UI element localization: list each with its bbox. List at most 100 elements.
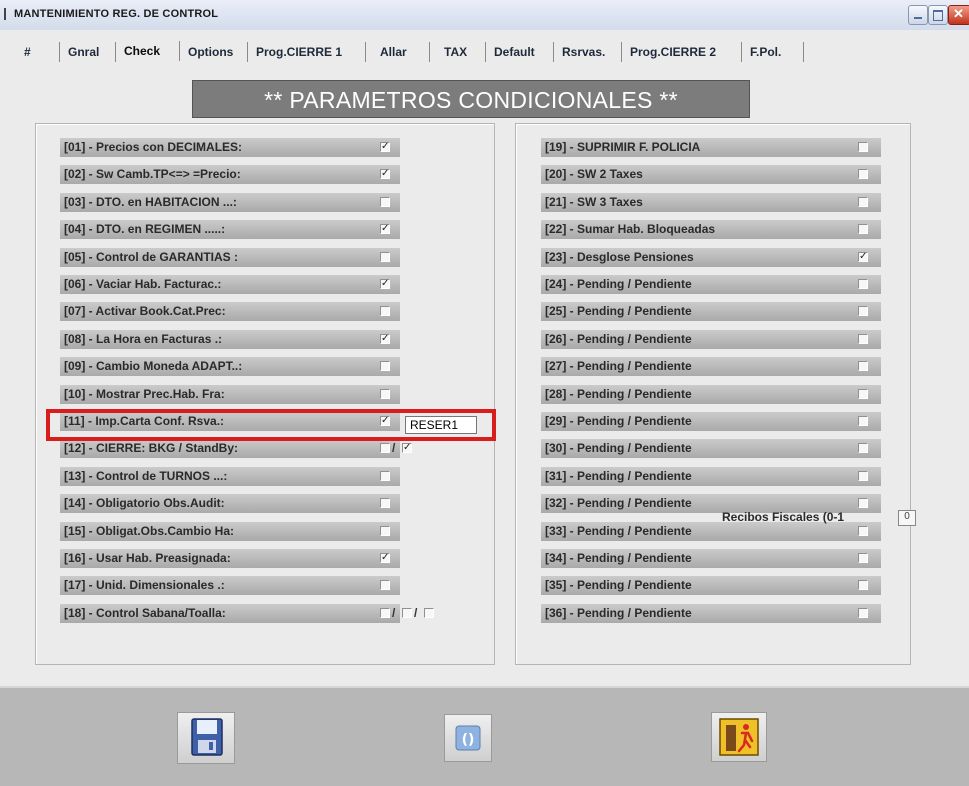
right-param-checkbox[interactable]	[858, 416, 868, 426]
tab-options[interactable]: Options	[182, 42, 248, 62]
right-param-checkbox[interactable]	[858, 608, 868, 618]
right-param-label: [35] - Pending / Pendiente	[545, 578, 692, 592]
left-param-label: [02] - Sw Camb.TP<=> =Precio:	[64, 167, 241, 181]
right-param-label: [27] - Pending / Pendiente	[545, 359, 692, 373]
title-bar: MANTENIMIENTO REG. DE CONTROL	[0, 0, 969, 31]
left-param-row: [01] - Precios con DECIMALES:	[60, 138, 400, 157]
left-param-checkbox[interactable]: ✓	[380, 334, 390, 344]
close-button[interactable]	[948, 5, 969, 25]
left-param-label: [04] - DTO. en REGIMEN .....:	[64, 222, 226, 236]
left-param-checkbox[interactable]: ✓	[380, 553, 390, 563]
right-param-row: [25] - Pending / Pendiente	[541, 302, 881, 321]
right-param-checkbox[interactable]	[858, 279, 868, 289]
right-param-checkbox[interactable]	[858, 306, 868, 316]
tab-prog-cierre-1[interactable]: Prog.CIERRE 1	[250, 42, 366, 62]
tab-default[interactable]: Default	[488, 42, 554, 62]
right-param-label: [26] - Pending / Pendiente	[545, 332, 692, 346]
left-param-checkbox[interactable]	[380, 471, 390, 481]
left-param-label: [15] - Obligat.Obs.Cambio Ha:	[64, 524, 235, 538]
right-param-label: [28] - Pending / Pendiente	[545, 387, 692, 401]
right-param-row: [21] - SW 3 Taxes	[541, 193, 881, 212]
left-param-checkbox[interactable]	[380, 526, 390, 536]
left-param-checkbox[interactable]	[380, 361, 390, 371]
left-param-checkbox[interactable]	[402, 608, 412, 618]
right-param-checkbox[interactable]	[858, 471, 868, 481]
left-param-checkbox[interactable]	[380, 197, 390, 207]
right-param-row: [24] - Pending / Pendiente	[541, 275, 881, 294]
tab-hash[interactable]: #	[18, 42, 60, 62]
left-param-checkbox[interactable]	[380, 252, 390, 262]
maximize-button[interactable]	[928, 5, 948, 25]
tab-rsrvas[interactable]: Rsrvas.	[556, 42, 622, 62]
left-param-label: [07] - Activar Book.Cat.Prec:	[64, 304, 226, 318]
floppy-disk-icon	[191, 718, 223, 756]
left-param-checkbox[interactable]: ✓	[402, 443, 412, 453]
left-param-checkbox[interactable]: ✓	[380, 224, 390, 234]
right-param-checkbox[interactable]	[858, 443, 868, 453]
right-param-checkbox[interactable]	[858, 553, 868, 563]
right-param-checkbox[interactable]	[858, 526, 868, 536]
save-button[interactable]	[177, 712, 235, 764]
left-param-row: [15] - Obligat.Obs.Cambio Ha:	[60, 522, 400, 541]
right-param-label: [20] - SW 2 Taxes	[545, 167, 643, 181]
right-param-checkbox[interactable]	[858, 197, 868, 207]
right-param-label: [31] - Pending / Pendiente	[545, 469, 692, 483]
left-param-label: [09] - Cambio Moneda ADAPT..:	[64, 359, 243, 373]
highlight-annotation-box	[46, 409, 496, 441]
left-param-row: [05] - Control de GARANTIAS :	[60, 248, 400, 267]
tab-check[interactable]: Check	[118, 41, 180, 61]
left-param-label: [06] - Vaciar Hab. Facturac.:	[64, 277, 222, 291]
right-param-checkbox[interactable]	[858, 334, 868, 344]
right-param-row: [34] - Pending / Pendiente	[541, 549, 881, 568]
tab-gnral[interactable]: Gnral	[62, 42, 116, 62]
right-param-checkbox[interactable]	[858, 389, 868, 399]
left-param-row: [13] - Control de TURNOS ...:	[60, 467, 400, 486]
refresh-icon: ()	[455, 725, 481, 751]
left-param-checkbox[interactable]	[380, 608, 390, 618]
left-param-row: [16] - Usar Hab. Preasignada:	[60, 549, 400, 568]
left-param-row: [03] - DTO. en HABITACION ...:	[60, 193, 400, 212]
left-param-label: [03] - DTO. en HABITACION ...:	[64, 195, 237, 209]
left-param-checkbox[interactable]	[424, 608, 434, 618]
left-param-label: [13] - Control de TURNOS ...:	[64, 469, 228, 483]
left-param-checkbox[interactable]	[380, 443, 390, 453]
minimize-button[interactable]	[908, 5, 928, 25]
right-param-checkbox[interactable]	[858, 361, 868, 371]
left-param-checkbox[interactable]	[380, 498, 390, 508]
svg-text:(): ()	[462, 732, 475, 748]
recibos-fiscales-field[interactable]: 0	[898, 510, 916, 526]
right-param-checkbox[interactable]	[858, 224, 868, 234]
right-param-checkbox[interactable]	[858, 142, 868, 152]
right-param-checkbox[interactable]	[858, 169, 868, 179]
tab-tax[interactable]: TAX	[438, 42, 486, 62]
right-param-checkbox[interactable]	[858, 580, 868, 590]
checkbox-separator: /	[392, 606, 396, 620]
right-param-label: [21] - SW 3 Taxes	[545, 195, 643, 209]
right-param-checkbox[interactable]	[858, 498, 868, 508]
tab-prog-cierre-2[interactable]: Prog.CIERRE 2	[624, 42, 742, 62]
left-param-checkbox[interactable]	[380, 580, 390, 590]
left-param-checkbox[interactable]: ✓	[380, 169, 390, 179]
right-param-label: [25] - Pending / Pendiente	[545, 304, 692, 318]
left-param-row: [10] - Mostrar Prec.Hab. Fra:	[60, 385, 400, 404]
left-param-checkbox[interactable]: ✓	[380, 142, 390, 152]
right-param-label: [19] - SUPRIMIR F. POLICIA	[545, 140, 701, 154]
right-param-row: [35] - Pending / Pendiente	[541, 576, 881, 595]
refresh-button[interactable]: ()	[444, 714, 492, 762]
left-param-checkbox[interactable]	[380, 389, 390, 399]
right-param-label: [29] - Pending / Pendiente	[545, 414, 692, 428]
left-param-row: [12] - CIERRE: BKG / StandBy:	[60, 439, 400, 458]
left-param-label: [10] - Mostrar Prec.Hab. Fra:	[64, 387, 225, 401]
left-param-row: [04] - DTO. en REGIMEN .....:	[60, 220, 400, 239]
section-banner: ** PARAMETROS CONDICIONALES **	[192, 80, 750, 118]
left-param-checkbox[interactable]: ✓	[380, 279, 390, 289]
tab-fpol[interactable]: F.Pol.	[744, 42, 804, 62]
section-title: ** PARAMETROS CONDICIONALES **	[264, 87, 678, 113]
right-param-label: [23] - Desglose Pensiones	[545, 250, 694, 264]
right-param-row: [29] - Pending / Pendiente	[541, 412, 881, 431]
right-param-row: [20] - SW 2 Taxes	[541, 165, 881, 184]
exit-button[interactable]	[711, 712, 767, 762]
left-param-checkbox[interactable]	[380, 306, 390, 316]
tab-allar[interactable]: Allar	[374, 42, 430, 62]
right-param-checkbox[interactable]: ✓	[858, 252, 868, 262]
